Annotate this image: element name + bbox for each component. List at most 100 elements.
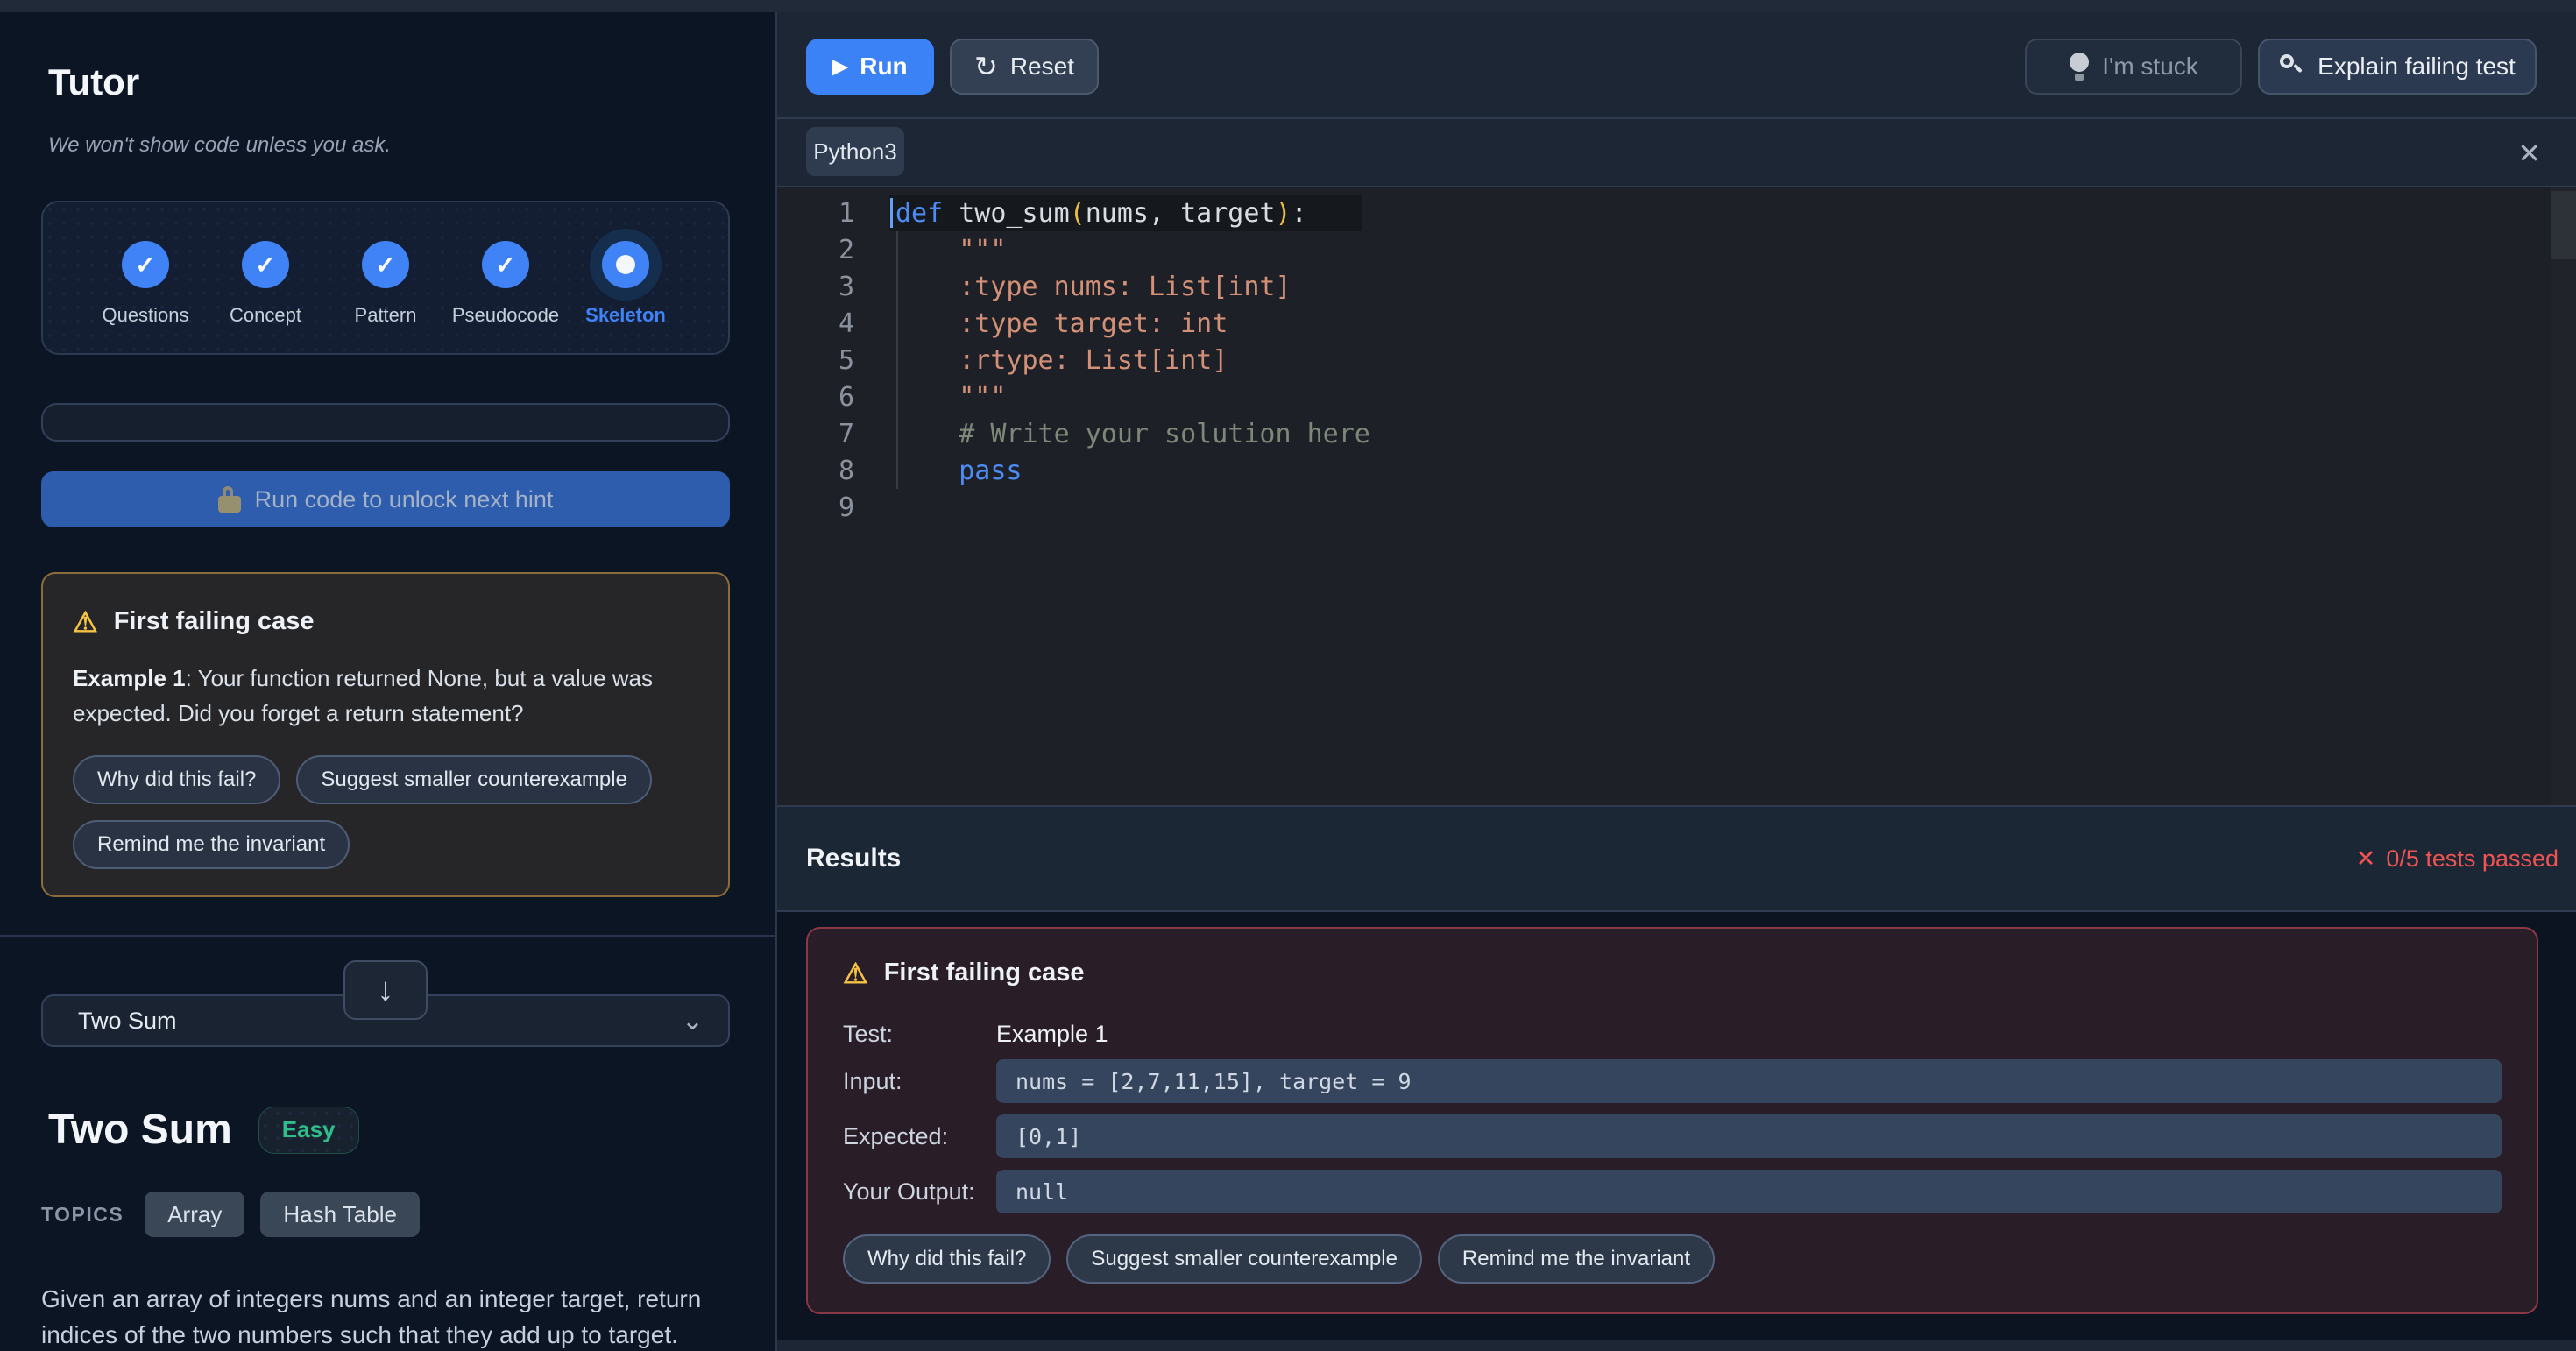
code-token: :rtype: List[int] <box>895 345 1228 376</box>
code-text: :type target: int <box>895 308 1228 339</box>
code-line: 9 <box>777 489 2576 526</box>
warning-icon: ⚠ <box>73 608 98 636</box>
reset-button[interactable]: ↻ Reset <box>950 39 1099 95</box>
failing-test-rows: Test: Example 1 Input: nums = [2,7,11,15… <box>843 1021 2502 1213</box>
step-label: Pattern <box>355 304 417 327</box>
code-text: :rtype: List[int] <box>895 345 1228 376</box>
step-label: Concept <box>230 304 301 327</box>
results-header: Results ✕ 0/5 tests passed <box>777 807 2576 910</box>
code-token <box>943 198 959 229</box>
progress-stepper: ✓ Questions ✓ Concept ✓ Pattern ✓ Pseudo… <box>41 201 730 355</box>
expected-row: Expected: [0,1] <box>843 1114 2502 1158</box>
line-number: 1 <box>777 198 854 229</box>
lock-icon <box>218 486 241 513</box>
explain-failing-test-button[interactable]: Explain failing test <box>2258 39 2537 95</box>
unlock-hint-label: Run code to unlock next hint <box>255 486 554 513</box>
topic-chip-hash-table[interactable]: Hash Table <box>260 1192 420 1237</box>
line-number: 8 <box>777 456 854 486</box>
tab-python3[interactable]: Python3 <box>806 127 904 176</box>
code-token: nums <box>1086 198 1149 229</box>
line-number: 3 <box>777 272 854 302</box>
code-lines: 1 def two_sum(nums, target): 2 """ 3 :ty… <box>777 195 2576 526</box>
failing-case-title: First failing case <box>114 607 315 636</box>
results-body: ⚠ First failing case Test: Example 1 Inp… <box>777 912 2576 1351</box>
code-token: :type target: int <box>895 308 1228 339</box>
line-number: 4 <box>777 308 854 339</box>
code-editor[interactable]: 1 def two_sum(nums, target): 2 """ 3 :ty… <box>777 187 2576 805</box>
step-pseudocode[interactable]: ✓ Pseudocode <box>449 241 563 327</box>
topics-row: TOPICS Array Hash Table <box>41 1192 420 1237</box>
explain-label: Explain failing test <box>2318 53 2516 81</box>
code-text: """ <box>895 382 1006 413</box>
code-line: 6 """ <box>777 378 2576 415</box>
sidebar-subtitle: We won't show code unless you ask. <box>48 133 391 158</box>
step-concept[interactable]: ✓ Concept <box>209 241 322 327</box>
test-label: Test: <box>843 1021 996 1048</box>
bulb-icon <box>2069 53 2090 81</box>
remind-invariant-button[interactable]: Remind me the invariant <box>1438 1234 1715 1284</box>
reset-label: Reset <box>1010 53 1074 81</box>
horizontal-scrollbar[interactable] <box>777 1340 2576 1351</box>
topic-chip-array[interactable]: Array <box>145 1192 244 1237</box>
code-token: two_sum <box>959 198 1069 229</box>
code-token: :type nums: List[int] <box>895 272 1292 302</box>
workspace-panel: ▶ Run ↻ Reset I'm stuck Explain failing … <box>777 12 2576 1351</box>
active-dot-icon <box>616 255 635 274</box>
play-icon: ▶ <box>832 55 847 78</box>
code-token: pass <box>959 456 1022 486</box>
scroll-down-button[interactable]: ↓ <box>343 960 428 1020</box>
line-number: 2 <box>777 235 854 265</box>
code-line: 4 :type target: int <box>777 305 2576 342</box>
smaller-counterexample-button[interactable]: Suggest smaller counterexample <box>296 755 652 804</box>
code-token: target <box>1180 198 1275 229</box>
step-pattern[interactable]: ✓ Pattern <box>329 241 442 327</box>
tests-status: ✕ 0/5 tests passed <box>2356 845 2558 873</box>
im-stuck-button[interactable]: I'm stuck <box>2025 39 2242 95</box>
failing-case-body: Example 1: Your function returned None, … <box>73 661 698 731</box>
reset-icon: ↻ <box>974 53 998 81</box>
tutor-sidebar: Tutor We won't show code unless you ask.… <box>0 12 775 1351</box>
step-label: Pseudocode <box>452 304 559 327</box>
check-circle-icon: ✓ <box>362 241 409 288</box>
collapsed-hint-card[interactable] <box>41 403 730 442</box>
code-text: pass <box>895 456 1023 486</box>
check-icon: ✓ <box>255 251 275 279</box>
run-button[interactable]: ▶ Run <box>806 39 934 95</box>
input-label: Input: <box>843 1068 996 1095</box>
code-token: : <box>1292 198 1307 229</box>
why-fail-button[interactable]: Why did this fail? <box>843 1234 1051 1284</box>
warning-icon: ⚠ <box>843 959 868 987</box>
toolbar-right-group: I'm stuck Explain failing test <box>2025 39 2537 95</box>
code-line: 8 pass <box>777 452 2576 489</box>
check-circle-icon: ✓ <box>242 241 289 288</box>
code-token <box>895 456 959 486</box>
step-questions[interactable]: ✓ Questions <box>88 241 202 327</box>
test-row: Test: Example 1 <box>843 1021 2502 1048</box>
line-number: 9 <box>777 492 854 523</box>
failing-test-title-row: ⚠ First failing case <box>843 958 2502 987</box>
input-row: Input: nums = [2,7,11,15], target = 9 <box>843 1059 2502 1103</box>
code-token: , <box>1149 198 1180 229</box>
why-fail-button[interactable]: Why did this fail? <box>73 755 280 804</box>
tests-status-text: 0/5 tests passed <box>2386 845 2558 873</box>
smaller-counterexample-button[interactable]: Suggest smaller counterexample <box>1066 1234 1422 1284</box>
your-output-row: Your Output: null <box>843 1170 2502 1213</box>
problem-description: Given an array of integers nums and an i… <box>41 1281 716 1351</box>
difficulty-badge: Easy <box>258 1107 359 1154</box>
code-line: 3 :type nums: List[int] <box>777 268 2576 305</box>
input-value: nums = [2,7,11,15], target = 9 <box>996 1059 2502 1103</box>
cross-icon: ✕ <box>2356 845 2376 873</box>
unlock-hint-button[interactable]: Run code to unlock next hint <box>41 471 730 527</box>
remind-invariant-button[interactable]: Remind me the invariant <box>73 820 350 869</box>
failing-case-example: Example 1 <box>73 665 186 691</box>
code-token: # Write your solution here <box>895 419 1370 449</box>
code-token: """ <box>895 382 1006 413</box>
line-number: 6 <box>777 382 854 413</box>
code-line: 7 # Write your solution here <box>777 415 2576 452</box>
run-label: Run <box>860 53 907 81</box>
window-top-strip <box>0 0 2576 12</box>
close-icon[interactable]: ✕ <box>2517 137 2541 170</box>
chevron-down-icon: ⌄ <box>682 1006 704 1036</box>
code-text: :type nums: List[int] <box>895 272 1292 302</box>
step-skeleton[interactable]: Skeleton <box>569 241 683 327</box>
